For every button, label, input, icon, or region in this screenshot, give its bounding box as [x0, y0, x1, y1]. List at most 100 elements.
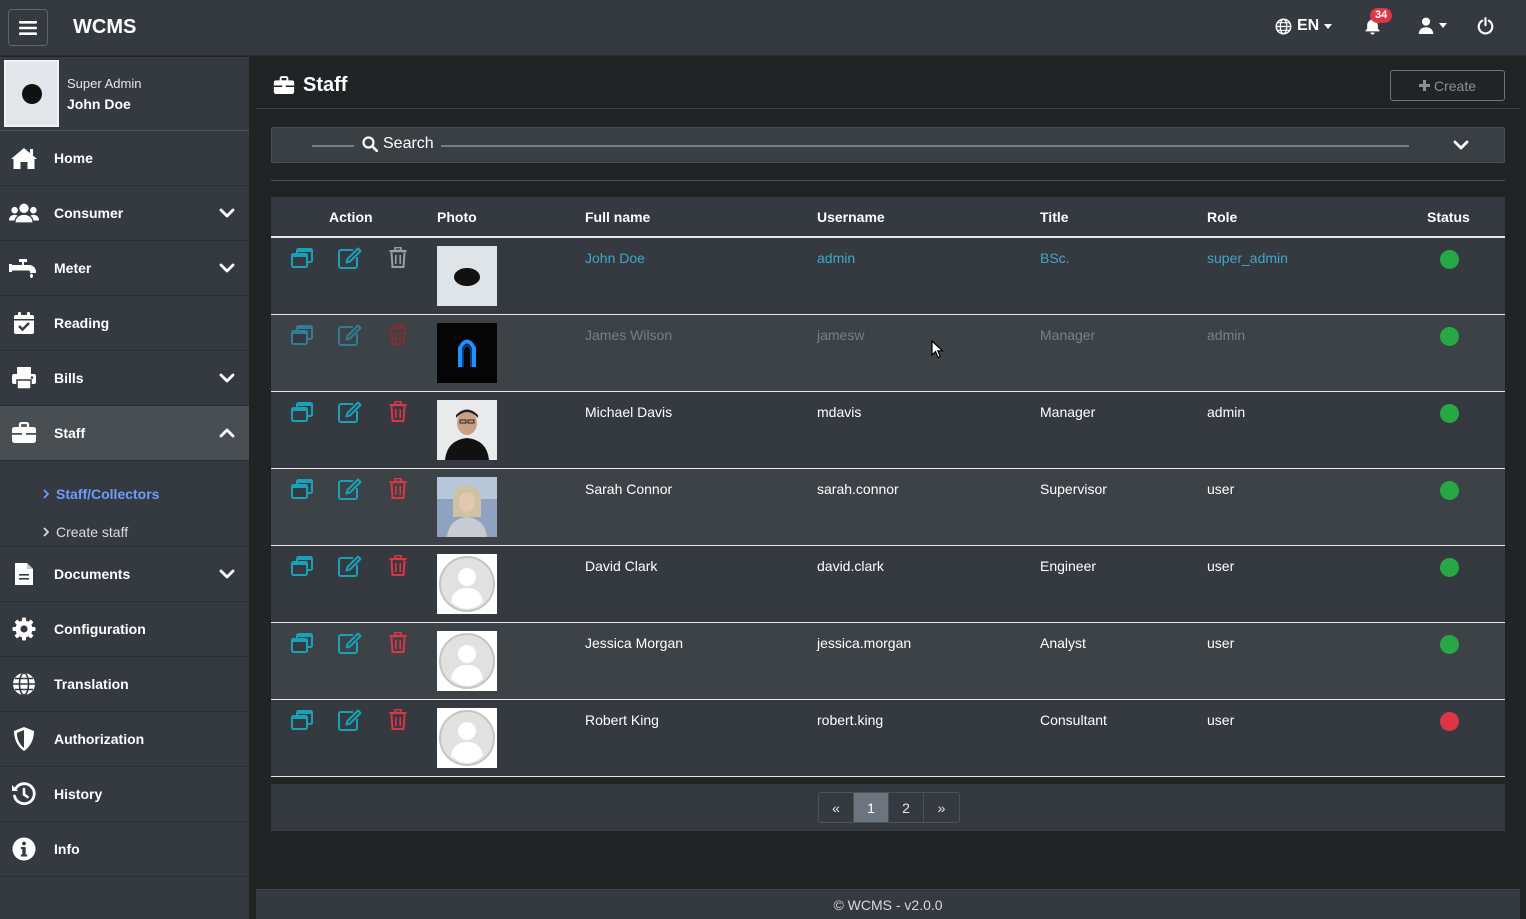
table-row[interactable]: James Wilson jamesw Manager admin	[271, 314, 1505, 392]
trash-icon	[389, 477, 407, 502]
delete-button[interactable]	[389, 708, 415, 733]
edit-icon	[338, 478, 362, 503]
user-dropdown[interactable]	[1418, 17, 1447, 34]
edit-button[interactable]	[338, 247, 364, 271]
sidebar-toggle-button[interactable]	[8, 9, 48, 46]
table-row[interactable]: Robert King robert.king Consultant user	[271, 699, 1505, 777]
column-header-full-name[interactable]: Full name	[585, 197, 817, 238]
view-button[interactable]	[291, 478, 317, 503]
sidebar-item-staff[interactable]: Staff	[0, 406, 249, 461]
staff-photo[interactable]	[437, 322, 497, 383]
full-name-cell[interactable]: Robert King	[585, 699, 817, 777]
delete-button[interactable]	[389, 246, 415, 271]
brand-title[interactable]: WCMS	[73, 16, 136, 39]
chevron-down-icon	[219, 260, 235, 276]
edit-icon	[338, 709, 362, 734]
sidebar-item-authorization[interactable]: Authorization	[0, 712, 249, 767]
view-button[interactable]	[291, 632, 317, 657]
staff-photo[interactable]	[437, 399, 497, 460]
status-cell	[1427, 699, 1505, 777]
content-header: Staff Create	[256, 61, 1520, 109]
staff-photo[interactable]	[437, 476, 497, 537]
column-header-username[interactable]: Username	[817, 197, 1040, 238]
sidebar-item-reading[interactable]: Reading	[0, 296, 249, 351]
avatar[interactable]	[4, 60, 59, 127]
staff-photo[interactable]	[437, 553, 497, 614]
view-button[interactable]	[291, 324, 317, 349]
column-header-photo[interactable]: Photo	[437, 197, 585, 238]
sidebar-item-history[interactable]: History	[0, 767, 249, 822]
role-cell[interactable]: super_admin	[1207, 237, 1427, 315]
chevron-down-icon[interactable]	[1453, 137, 1469, 155]
language-dropdown[interactable]: EN	[1275, 17, 1333, 35]
username-cell[interactable]: admin	[817, 237, 1040, 315]
delete-button[interactable]	[389, 477, 415, 502]
role-cell: user	[1207, 468, 1427, 546]
user-name[interactable]: John Doe	[67, 96, 131, 112]
sidebar-item-translation[interactable]: Translation	[0, 657, 249, 712]
view-button[interactable]	[291, 709, 317, 734]
title-cell[interactable]: BSc.	[1040, 237, 1207, 315]
pagination: « 1 2 »	[818, 792, 960, 823]
edit-icon	[338, 247, 362, 272]
delete-button[interactable]	[389, 631, 415, 656]
search-icon	[362, 136, 378, 152]
delete-button[interactable]	[389, 554, 415, 579]
pagination-next-button[interactable]: »	[924, 793, 959, 822]
view-button[interactable]	[291, 401, 317, 426]
table-row[interactable]: John Doe admin BSc. super_admin	[271, 237, 1505, 315]
edit-button[interactable]	[338, 709, 364, 733]
delete-button[interactable]	[389, 323, 415, 348]
chevron-right-icon	[43, 527, 49, 537]
column-header-role[interactable]: Role	[1207, 197, 1427, 238]
full-name-cell[interactable]: James Wilson	[585, 314, 817, 392]
view-button[interactable]	[291, 555, 317, 580]
edit-button[interactable]	[338, 401, 364, 425]
trash-icon	[389, 631, 407, 656]
sidebar-item-consumer[interactable]: Consumer	[0, 186, 249, 241]
full-name-cell[interactable]: Sarah Connor	[585, 468, 817, 546]
logout-button[interactable]	[1477, 17, 1494, 40]
sidebar-item-info[interactable]: Info	[0, 822, 249, 877]
action-cell	[271, 699, 437, 777]
edit-button[interactable]	[338, 632, 364, 656]
delete-button[interactable]	[389, 400, 415, 425]
view-button[interactable]	[291, 248, 317, 272]
photo-cell	[437, 699, 585, 777]
full-name-cell[interactable]: John Doe	[585, 237, 817, 315]
create-button[interactable]: Create	[1390, 70, 1505, 101]
pagination-prev-button[interactable]: «	[819, 793, 854, 822]
full-name-cell[interactable]: David Clark	[585, 545, 817, 623]
search-panel-toggle[interactable]: Search	[271, 127, 1505, 163]
sidebar-item-home[interactable]: Home	[0, 131, 249, 186]
edit-button[interactable]	[338, 555, 364, 579]
column-header-title[interactable]: Title	[1040, 197, 1207, 238]
sidebar-item-configuration[interactable]: Configuration	[0, 602, 249, 657]
copy-window-icon	[291, 401, 313, 425]
staff-photo[interactable]	[437, 246, 497, 306]
edit-button[interactable]	[338, 324, 364, 348]
username-cell: jamesw	[817, 314, 1040, 392]
table-row[interactable]: Jessica Morgan jessica.morgan Analyst user	[271, 622, 1505, 700]
status-indicator	[1440, 557, 1459, 577]
column-header-status[interactable]: Status	[1427, 197, 1505, 238]
staff-photo[interactable]	[437, 630, 497, 691]
pagination-page-2[interactable]: 2	[889, 793, 924, 822]
sidebar-subitem-create-staff[interactable]: Create staff	[0, 513, 249, 551]
full-name-cell[interactable]: Michael Davis	[585, 391, 817, 469]
full-name-cell[interactable]: Jessica Morgan	[585, 622, 817, 700]
sidebar-subitem-staff-collectors[interactable]: Staff/Collectors	[0, 475, 249, 513]
sidebar-item-documents[interactable]: Documents	[0, 547, 249, 602]
briefcase-icon	[273, 76, 295, 94]
sidebar-item-bills[interactable]: Bills	[0, 351, 249, 406]
table-row[interactable]: Michael Davis mdavis Manager admin	[271, 391, 1505, 469]
edit-button[interactable]	[338, 478, 364, 502]
table-row[interactable]: David Clark david.clark Engineer user	[271, 545, 1505, 623]
staff-photo[interactable]	[437, 707, 497, 768]
table-row[interactable]: Sarah Connor sarah.connor Supervisor user	[271, 468, 1505, 546]
search-label: Search	[362, 135, 434, 153]
trash-icon	[389, 400, 407, 425]
users-icon	[9, 200, 39, 226]
pagination-page-1[interactable]: 1	[854, 793, 889, 822]
sidebar-item-meter[interactable]: Meter	[0, 241, 249, 296]
